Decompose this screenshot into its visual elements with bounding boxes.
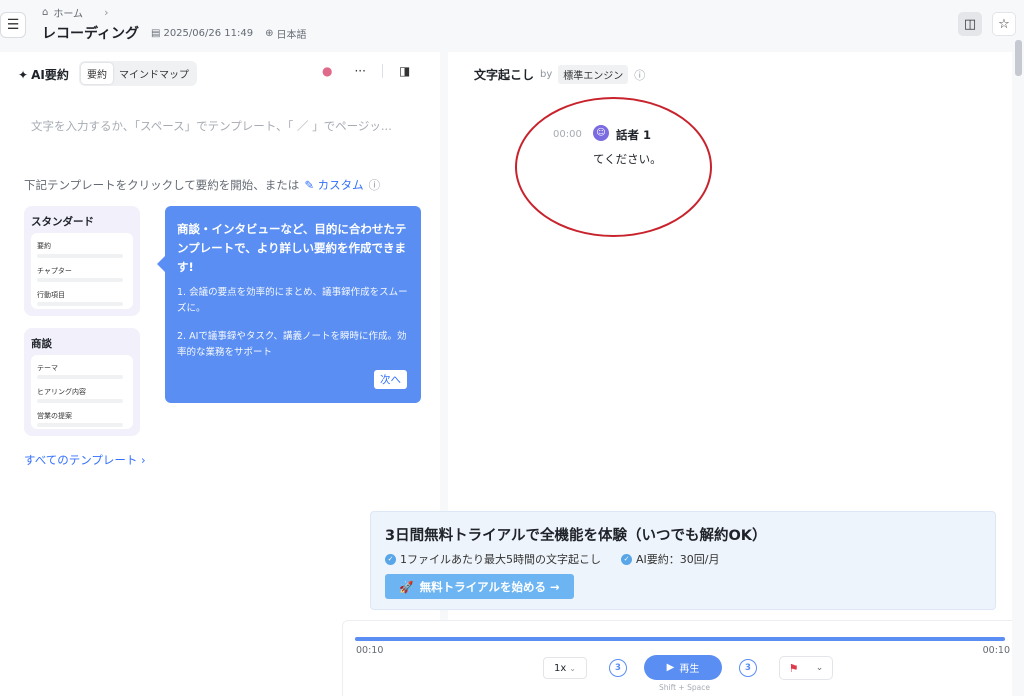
home-icon[interactable]: ⌂ — [42, 7, 48, 18]
info-icon[interactable]: ⓘ — [369, 177, 381, 193]
progress-bar[interactable] — [355, 637, 1005, 641]
tooltip-point-2: 2. AIで議事録やタスク、講義ノートを瞬時に作成。効率的な業務をサポート — [177, 331, 407, 358]
trial-banner: 3日間無料トライアルで全機能を体験（いつでも解約OK） ✓ 1ファイルあたり最大5… — [370, 511, 996, 610]
transcript-title: 文字起こし — [474, 68, 535, 82]
playback-speed-select[interactable]: 1x ⌄ — [543, 657, 587, 679]
globe-icon: ⊕ — [265, 28, 274, 39]
chevron-right-icon: › — [141, 453, 146, 467]
template-card-standard[interactable]: スタンダード 要約 チャプター 行動項目 — [24, 206, 140, 316]
trial-feature: ✓ AI要約：30回/月 — [621, 551, 719, 567]
page-title[interactable]: レコーディング — [42, 23, 139, 43]
header: ☰ ⌂ ホーム › レコーディング ▤ 2025/06/26 11:49 ⊕ 日本語… — [0, 0, 1024, 52]
divider — [381, 64, 383, 78]
scrollbar[interactable] — [1015, 40, 1022, 76]
collapse-panel-icon[interactable]: ◨ — [399, 64, 410, 78]
info-icon[interactable]: ⓘ — [634, 67, 645, 83]
calendar-icon: ▤ — [151, 28, 161, 39]
play-shortcut: Shift + Space — [659, 683, 710, 692]
chevron-down-icon[interactable]: ⌄ — [816, 663, 824, 673]
speaker-name[interactable]: 話者 1 — [616, 127, 651, 143]
recording-meta: ▤ 2025/06/26 11:49 ⊕ 日本語 — [151, 26, 306, 41]
custom-template-link[interactable]: ✎ カスタム — [304, 177, 363, 193]
rocket-icon: 🚀 — [399, 579, 414, 594]
ai-summary-title: ✦ AI要約 — [18, 67, 69, 83]
utterance-text[interactable]: てください。 — [593, 151, 662, 167]
trial-feature: ✓ 1ファイルあたり最大5時間の文字起こし — [385, 551, 601, 567]
start-trial-button[interactable]: 🚀 無料トライアルを始める → — [385, 574, 574, 599]
palette-icon[interactable]: ● — [322, 64, 332, 78]
summary-input[interactable]: 文字を入力するか、「スペース」でテンプレート、「 ／ 」でページッ... — [31, 118, 392, 134]
skip-back-icon[interactable]: 3 — [609, 659, 627, 677]
current-time: 00:10 — [356, 645, 384, 656]
play-icon: ▶ — [666, 662, 675, 673]
breadcrumb: ⌂ ホーム › — [42, 5, 108, 20]
chevron-down-icon: ⌄ — [569, 663, 576, 673]
speaker-avatar-icon: ☺ — [593, 125, 609, 141]
tab-mindmap[interactable]: マインドマップ — [113, 63, 195, 84]
engine-badge[interactable]: 標準エンジン — [558, 65, 629, 84]
template-hint: 下記テンプレートをクリックして要約を開始、または ✎ カスタム ⓘ — [24, 177, 381, 193]
total-time: 00:10 — [982, 645, 1010, 656]
menu-icon[interactable]: ☰ — [0, 12, 26, 38]
template-card-sales[interactable]: 商談 テーマ ヒアリング内容 営業の提案 — [24, 328, 140, 436]
bookmark-button[interactable]: ⚑ ⌄ — [779, 656, 833, 680]
template-tooltip: 商談・インタビューなど、目的に合わせたテンプレートで、より詳しい要約を作成できま… — [157, 206, 421, 403]
star-icon[interactable]: ☆ — [992, 12, 1016, 36]
chevron-right-icon: › — [104, 6, 109, 19]
datetime: ▤ 2025/06/26 11:49 — [151, 28, 254, 39]
tooltip-next-button[interactable]: 次へ — [374, 370, 407, 389]
breadcrumb-home[interactable]: ホーム — [53, 5, 83, 20]
audio-player: 00:10 00:10 1x ⌄ 3 ▶ 再生 Shift + Space 3 ⚑ ⌄ — [342, 620, 1012, 696]
tab-summary[interactable]: 要約 — [81, 63, 113, 84]
check-icon: ✓ — [621, 553, 632, 565]
tooltip-point-1: 1. 会議の要点を効率的にまとめ、議事録作成をスムーズに。 — [177, 287, 408, 314]
utterance-timestamp[interactable]: 00:00 — [553, 129, 582, 140]
transcript-header: 文字起こし by 標準エンジン ⓘ — [474, 65, 645, 84]
more-icon[interactable]: ··· — [354, 64, 365, 78]
all-templates-link[interactable]: すべてのテンプレート › — [24, 452, 146, 468]
trial-title: 3日間無料トライアルで全機能を体験（いつでも解約OK） — [385, 528, 767, 544]
sparkle-icon: ✦ — [18, 67, 29, 82]
skip-forward-icon[interactable]: 3 — [739, 659, 757, 677]
layout-toggle-icon[interactable]: ◫ — [958, 12, 982, 36]
bookmark-icon: ⚑ — [788, 661, 799, 675]
check-icon: ✓ — [385, 553, 396, 565]
language[interactable]: ⊕ 日本語 — [265, 26, 306, 41]
summary-tabs: 要約 マインドマップ — [79, 61, 197, 86]
tooltip-title: 商談・インタビューなど、目的に合わせたテンプレートで、より詳しい要約を作成できま… — [177, 222, 407, 274]
play-button[interactable]: ▶ 再生 — [644, 655, 722, 680]
